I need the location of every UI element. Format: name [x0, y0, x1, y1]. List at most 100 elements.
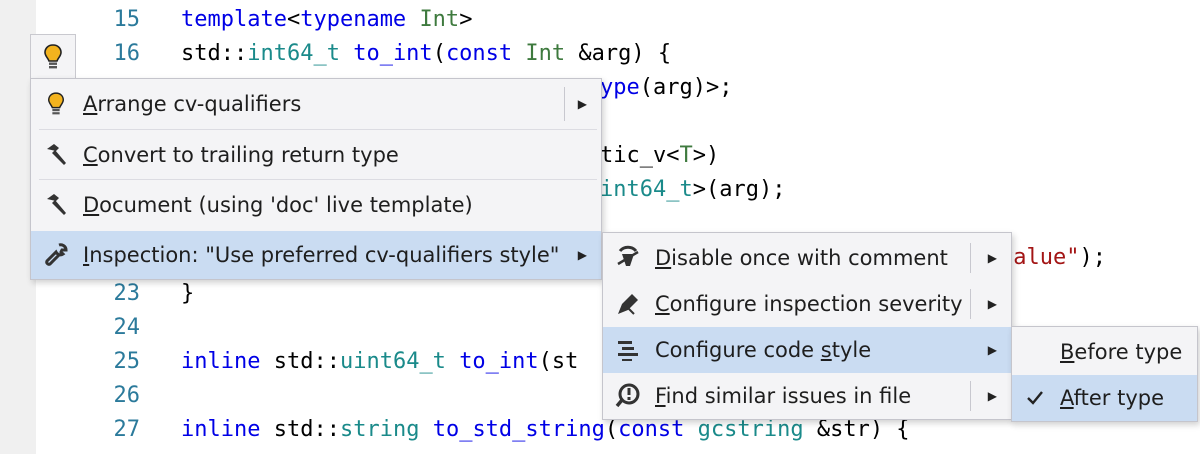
hammer-icon — [41, 140, 71, 170]
lightbulb-icon — [41, 89, 71, 119]
disable-comment-icon — [613, 243, 643, 273]
menu-separator — [39, 129, 597, 130]
code-token: std:: — [181, 41, 248, 66]
code-token: < — [286, 7, 301, 32]
code-style-submenu: Before type After type — [1011, 326, 1198, 422]
code-text: std::int64_t to_int(const Int &arg) { — [181, 37, 671, 71]
code-token: typename — [300, 7, 407, 32]
code-token: to_std_string — [432, 417, 605, 442]
style-option-label: After type — [1060, 386, 1165, 410]
submenu-separator — [970, 381, 971, 411]
code-token: ( — [432, 41, 446, 66]
quick-fix-bulb-button[interactable] — [30, 34, 76, 78]
code-token: const — [445, 41, 513, 66]
code-token: &str) { — [803, 417, 910, 442]
code-token: const — [618, 417, 685, 442]
code-token: to_int — [353, 41, 433, 66]
line-number: 16 — [113, 41, 141, 66]
hammer-icon — [41, 190, 71, 220]
code-token: } — [181, 281, 195, 306]
code-text: value"); — [1000, 241, 1106, 275]
submenu-arrow-icon: ▶ — [987, 343, 997, 357]
submenu-item-disable-once[interactable]: Disable once with comment ▶ — [603, 235, 1011, 281]
submenu-item-find-similar-issues[interactable]: Find similar issues in file ▶ — [603, 373, 1011, 419]
find-issues-icon — [613, 381, 643, 411]
code-line[interactable]: 23} — [0, 277, 1200, 311]
code-token: >(arg); — [692, 177, 786, 202]
code-token: inline — [181, 417, 261, 442]
submenu-item-configure-severity[interactable]: Configure inspection severity ▶ — [603, 281, 1011, 327]
code-token: inline — [181, 349, 261, 374]
code-token: ype — [600, 75, 640, 100]
code-token: Int — [419, 7, 460, 32]
lightbulb-icon — [44, 43, 62, 68]
code-text: inline std::uint64_t to_int(st — [181, 345, 578, 379]
menu-item-convert-trailing-return[interactable]: Convert to trailing return type — [31, 131, 601, 179]
code-token: tic_v< — [600, 143, 680, 168]
style-option-label: Before type — [1060, 340, 1183, 364]
submenu-item-label: Find similar issues in file — [655, 384, 912, 408]
submenu-separator — [970, 289, 971, 319]
code-token: (arg)>; — [639, 75, 733, 100]
submenu-arrow-icon: ▶ — [577, 248, 587, 262]
code-token: (st — [538, 349, 579, 374]
submenu-item-label: Configure code style — [655, 338, 872, 362]
code-line[interactable]: 16 std::int64_t to_int(const Int &arg) { — [0, 37, 1200, 71]
submenu-arrow-icon: ▶ — [987, 251, 997, 265]
inspection-submenu: Disable once with comment ▶ Configure in… — [602, 232, 1012, 420]
code-token: int64_t — [247, 41, 340, 66]
menu-item-document-doc-template[interactable]: Document (using 'doc' live template) — [31, 181, 601, 229]
code-token: Int — [525, 41, 566, 66]
code-text: } — [181, 277, 194, 311]
code-token: ( — [604, 417, 619, 442]
submenu-arrow-icon: ▶ — [577, 97, 587, 111]
code-token: uint64_t — [339, 349, 446, 374]
code-token: ); — [1079, 245, 1106, 270]
submenu-arrow-icon: ▶ — [987, 389, 997, 403]
submenu-item-label: Disable once with comment — [655, 246, 948, 270]
code-style-icon — [613, 335, 643, 365]
style-option-before-type[interactable]: Before type — [1012, 329, 1197, 375]
line-number: 26 — [113, 383, 141, 408]
menu-item-arrange-cv-qualifiers[interactable]: Arrange cv-qualifiers ▶ — [31, 79, 601, 129]
style-option-after-type[interactable]: After type — [1012, 375, 1197, 421]
code-token: to_int — [459, 349, 539, 374]
code-token: > — [459, 7, 473, 32]
quick-fix-menu: Arrange cv-qualifiers ▶ Convert to trail… — [30, 78, 602, 280]
menu-item-inspection-cv-qualifiers[interactable]: Inspection: "Use preferred cv-qualifiers… — [31, 231, 601, 279]
line-number: 27 — [113, 417, 141, 442]
code-token: int64_t — [600, 177, 693, 202]
code-token: >) — [692, 143, 720, 168]
code-text: int64_t>(arg); — [600, 173, 785, 207]
submenu-separator — [564, 87, 565, 121]
severity-pen-icon — [613, 289, 643, 319]
code-line[interactable]: 15 template<typename Int> — [0, 3, 1200, 37]
code-token: T — [679, 143, 693, 168]
submenu-item-label: Configure inspection severity — [655, 292, 963, 316]
menu-item-label: Inspection: "Use preferred cv-qualifiers… — [83, 243, 560, 267]
code-token: template — [181, 7, 287, 32]
menu-item-label: Arrange cv-qualifiers — [83, 92, 302, 116]
code-text: template<typename Int> — [181, 3, 472, 37]
line-number: 25 — [113, 349, 141, 374]
code-token: string — [339, 417, 420, 442]
line-number: 24 — [113, 315, 141, 340]
wrench-icon — [41, 240, 71, 270]
code-token: &arg) { — [565, 41, 672, 66]
line-number: 15 — [113, 7, 141, 32]
code-text: ype(arg)>; — [600, 71, 732, 105]
submenu-arrow-icon: ▶ — [987, 297, 997, 311]
submenu-separator — [970, 243, 971, 273]
line-number: 23 — [113, 281, 141, 306]
code-token: gcstring — [697, 417, 804, 442]
checkmark-icon — [1020, 383, 1050, 413]
menu-item-label: Document (using 'doc' live template) — [83, 193, 473, 217]
code-token: std:: — [260, 349, 340, 374]
submenu-item-configure-code-style[interactable]: Configure code style ▶ — [603, 327, 1011, 373]
